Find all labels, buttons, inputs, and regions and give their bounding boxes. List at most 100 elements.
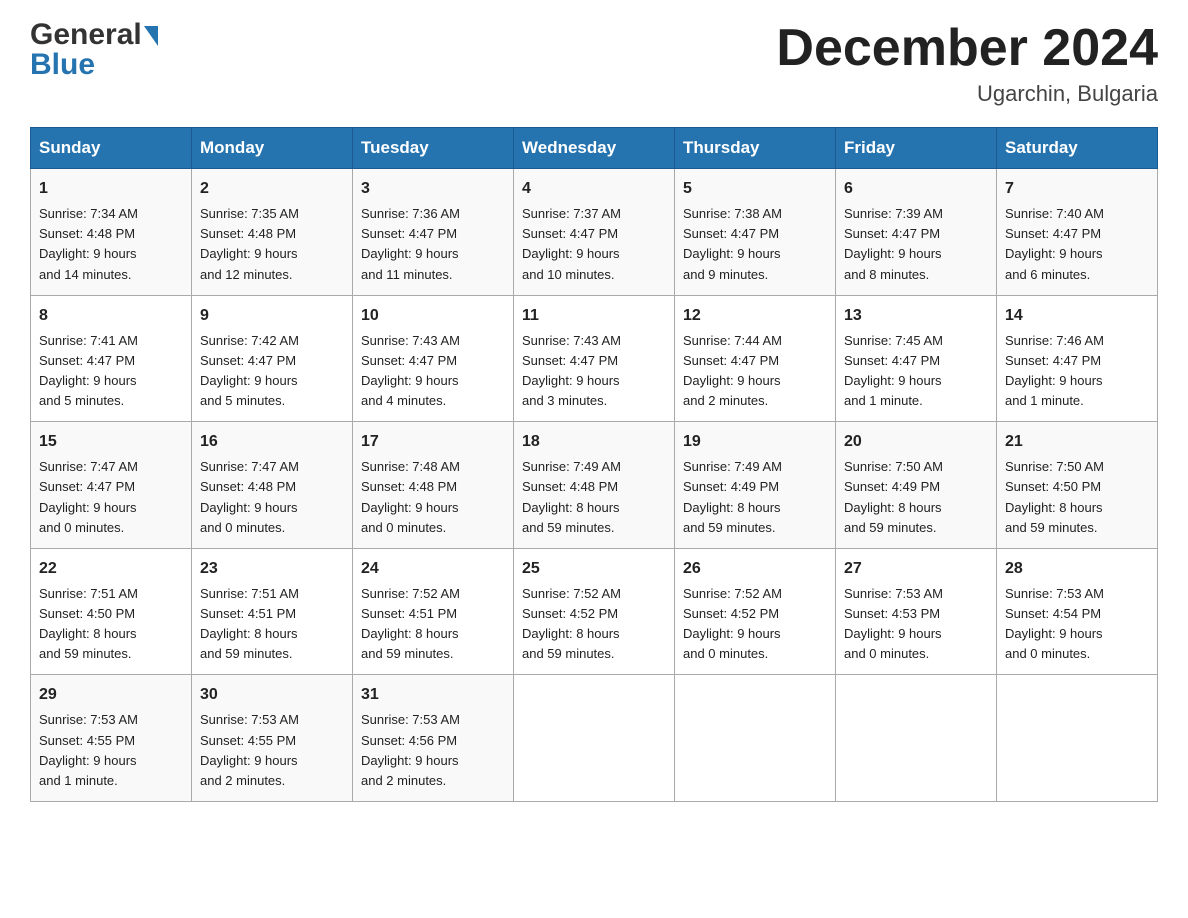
day-number: 27 <box>844 557 988 581</box>
logo-line1: General <box>30 20 158 50</box>
calendar-cell: 8 Sunrise: 7:41 AMSunset: 4:47 PMDaylight… <box>31 295 192 422</box>
day-number: 15 <box>39 430 183 454</box>
day-info: Sunrise: 7:42 AMSunset: 4:47 PMDaylight:… <box>200 331 344 412</box>
calendar-cell: 16Sunrise: 7:47 AMSunset: 4:48 PMDayligh… <box>192 422 353 549</box>
calendar-cell: 28 Sunrise: 7:53 AMSunset: 4:54 PMDayligh… <box>997 548 1158 675</box>
day-info: Sunrise: 7:49 AMSunset: 4:48 PMDaylight:… <box>522 457 666 538</box>
calendar-cell: 30Sunrise: 7:53 AMSunset: 4:55 PMDayligh… <box>192 675 353 802</box>
day-info: Sunrise: 7:53 AMSunset: 4:55 PMDaylight:… <box>200 710 344 791</box>
calendar-cell: 4 Sunrise: 7:37 AMSunset: 4:47 PMDaylight… <box>514 169 675 296</box>
day-info: Sunrise: 7:37 AMSunset: 4:47 PMDaylight:… <box>522 204 666 285</box>
calendar-cell: 31 Sunrise: 7:53 AMSunset: 4:56 PMDayligh… <box>353 675 514 802</box>
calendar-cell: 27 Sunrise: 7:53 AMSunset: 4:53 PMDayligh… <box>836 548 997 675</box>
location: Ugarchin, Bulgaria <box>776 81 1158 107</box>
day-info: Sunrise: 7:53 AMSunset: 4:53 PMDaylight:… <box>844 584 988 665</box>
day-number: 26 <box>683 557 827 581</box>
day-info: Sunrise: 7:53 AMSunset: 4:55 PMDaylight:… <box>39 710 183 791</box>
day-number: 31 <box>361 683 505 707</box>
calendar-cell <box>836 675 997 802</box>
day-info: Sunrise: 7:40 AMSunset: 4:47 PMDaylight:… <box>1005 204 1149 285</box>
day-info: Sunrise: 7:51 AMSunset: 4:51 PMDaylight:… <box>200 584 344 665</box>
page-header: General Blue December 2024 Ugarchin, Bul… <box>30 20 1158 107</box>
calendar-cell: 15Sunrise: 7:47 AMSunset: 4:47 PMDayligh… <box>31 422 192 549</box>
day-info: Sunrise: 7:48 AMSunset: 4:48 PMDaylight:… <box>361 457 505 538</box>
day-info: Sunrise: 7:41 AMSunset: 4:47 PMDaylight:… <box>39 331 183 412</box>
day-info: Sunrise: 7:43 AMSunset: 4:47 PMDaylight:… <box>522 331 666 412</box>
day-number: 3 <box>361 177 505 201</box>
day-number: 1 <box>39 177 183 201</box>
calendar-cell: 23 Sunrise: 7:51 AMSunset: 4:51 PMDayligh… <box>192 548 353 675</box>
day-info: Sunrise: 7:36 AMSunset: 4:47 PMDaylight:… <box>361 204 505 285</box>
calendar-header-row: Sunday Monday Tuesday Wednesday Thursday… <box>31 128 1158 169</box>
calendar-cell <box>997 675 1158 802</box>
col-wednesday: Wednesday <box>514 128 675 169</box>
day-info: Sunrise: 7:51 AMSunset: 4:50 PMDaylight:… <box>39 584 183 665</box>
day-number: 17 <box>361 430 505 454</box>
calendar-cell: 29 Sunrise: 7:53 AMSunset: 4:55 PMDayligh… <box>31 675 192 802</box>
day-info: Sunrise: 7:50 AMSunset: 4:50 PMDaylight:… <box>1005 457 1149 538</box>
calendar-week-row: 29 Sunrise: 7:53 AMSunset: 4:55 PMDayligh… <box>31 675 1158 802</box>
calendar-cell: 7 Sunrise: 7:40 AMSunset: 4:47 PMDaylight… <box>997 169 1158 296</box>
calendar-week-row: 8 Sunrise: 7:41 AMSunset: 4:47 PMDaylight… <box>31 295 1158 422</box>
logo: General Blue <box>30 20 158 80</box>
calendar-week-row: 22 Sunrise: 7:51 AMSunset: 4:50 PMDayligh… <box>31 548 1158 675</box>
calendar-cell: 12 Sunrise: 7:44 AMSunset: 4:47 PMDayligh… <box>675 295 836 422</box>
calendar-cell: 21 Sunrise: 7:50 AMSunset: 4:50 PMDayligh… <box>997 422 1158 549</box>
day-info: Sunrise: 7:52 AMSunset: 4:52 PMDaylight:… <box>683 584 827 665</box>
day-info: Sunrise: 7:46 AMSunset: 4:47 PMDaylight:… <box>1005 331 1149 412</box>
calendar-week-row: 1 Sunrise: 7:34 AMSunset: 4:48 PMDaylight… <box>31 169 1158 296</box>
calendar-cell: 24Sunrise: 7:52 AMSunset: 4:51 PMDayligh… <box>353 548 514 675</box>
calendar-cell: 19Sunrise: 7:49 AMSunset: 4:49 PMDayligh… <box>675 422 836 549</box>
day-number: 13 <box>844 304 988 328</box>
calendar-cell: 20 Sunrise: 7:50 AMSunset: 4:49 PMDayligh… <box>836 422 997 549</box>
calendar-cell: 18 Sunrise: 7:49 AMSunset: 4:48 PMDayligh… <box>514 422 675 549</box>
day-number: 4 <box>522 177 666 201</box>
calendar-cell: 6 Sunrise: 7:39 AMSunset: 4:47 PMDaylight… <box>836 169 997 296</box>
day-number: 20 <box>844 430 988 454</box>
day-number: 7 <box>1005 177 1149 201</box>
day-number: 18 <box>522 430 666 454</box>
calendar-cell: 10Sunrise: 7:43 AMSunset: 4:47 PMDayligh… <box>353 295 514 422</box>
calendar-week-row: 15Sunrise: 7:47 AMSunset: 4:47 PMDayligh… <box>31 422 1158 549</box>
day-number: 23 <box>200 557 344 581</box>
day-number: 22 <box>39 557 183 581</box>
calendar-cell: 9 Sunrise: 7:42 AMSunset: 4:47 PMDaylight… <box>192 295 353 422</box>
day-number: 10 <box>361 304 505 328</box>
col-sunday: Sunday <box>31 128 192 169</box>
calendar-cell: 26 Sunrise: 7:52 AMSunset: 4:52 PMDayligh… <box>675 548 836 675</box>
day-info: Sunrise: 7:44 AMSunset: 4:47 PMDaylight:… <box>683 331 827 412</box>
calendar-cell: 3 Sunrise: 7:36 AMSunset: 4:47 PMDaylight… <box>353 169 514 296</box>
calendar-cell <box>514 675 675 802</box>
day-number: 12 <box>683 304 827 328</box>
calendar-cell: 17 Sunrise: 7:48 AMSunset: 4:48 PMDayligh… <box>353 422 514 549</box>
title-area: December 2024 Ugarchin, Bulgaria <box>776 20 1158 107</box>
day-number: 29 <box>39 683 183 707</box>
col-saturday: Saturday <box>997 128 1158 169</box>
col-friday: Friday <box>836 128 997 169</box>
day-number: 28 <box>1005 557 1149 581</box>
calendar-cell: 14 Sunrise: 7:46 AMSunset: 4:47 PMDayligh… <box>997 295 1158 422</box>
day-number: 14 <box>1005 304 1149 328</box>
day-info: Sunrise: 7:53 AMSunset: 4:54 PMDaylight:… <box>1005 584 1149 665</box>
day-info: Sunrise: 7:39 AMSunset: 4:47 PMDaylight:… <box>844 204 988 285</box>
day-info: Sunrise: 7:34 AMSunset: 4:48 PMDaylight:… <box>39 204 183 285</box>
day-info: Sunrise: 7:50 AMSunset: 4:49 PMDaylight:… <box>844 457 988 538</box>
col-monday: Monday <box>192 128 353 169</box>
calendar-cell <box>675 675 836 802</box>
calendar-cell: 25Sunrise: 7:52 AMSunset: 4:52 PMDayligh… <box>514 548 675 675</box>
day-number: 25 <box>522 557 666 581</box>
day-number: 19 <box>683 430 827 454</box>
day-number: 9 <box>200 304 344 328</box>
logo-line2: Blue <box>30 50 158 80</box>
col-tuesday: Tuesday <box>353 128 514 169</box>
calendar-cell: 22 Sunrise: 7:51 AMSunset: 4:50 PMDayligh… <box>31 548 192 675</box>
day-number: 8 <box>39 304 183 328</box>
calendar-cell: 2 Sunrise: 7:35 AMSunset: 4:48 PMDaylight… <box>192 169 353 296</box>
day-info: Sunrise: 7:35 AMSunset: 4:48 PMDaylight:… <box>200 204 344 285</box>
day-number: 6 <box>844 177 988 201</box>
day-info: Sunrise: 7:53 AMSunset: 4:56 PMDaylight:… <box>361 710 505 791</box>
day-number: 2 <box>200 177 344 201</box>
calendar-cell: 1 Sunrise: 7:34 AMSunset: 4:48 PMDaylight… <box>31 169 192 296</box>
day-number: 21 <box>1005 430 1149 454</box>
day-number: 16 <box>200 430 344 454</box>
